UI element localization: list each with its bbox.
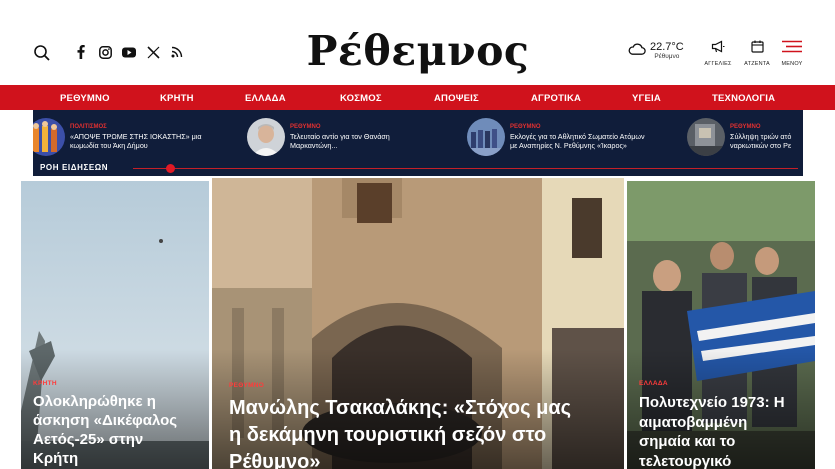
card-title-line: σημαία και το <box>639 433 736 450</box>
ticker-thumbnail <box>687 118 725 156</box>
ticker-label-row: ΡΟΗ ΕΙΔΗΣΕΩΝ <box>33 160 803 176</box>
ticker-thumbnail <box>33 118 65 156</box>
ticker-title: ναρκωτικών στο Ρε <box>730 141 792 150</box>
ticker-thumbnail <box>467 118 505 156</box>
card-category[interactable]: ΡΕΘΥΜΝΟ <box>229 382 264 389</box>
rss-icon[interactable] <box>170 44 184 60</box>
ticker-title: «ΑΠΟΨΕ ΤΡΩΜΕ ΣΤΗΣ ΙΟΚΑΣΤΗΣ» μια <box>70 132 202 141</box>
card-category[interactable]: ΕΛΛΑΔΑ <box>639 380 668 387</box>
x-icon[interactable] <box>146 44 160 60</box>
site-logo[interactable]: Ρέθεμνος <box>300 26 536 76</box>
card-title-line: τελετουργικό <box>639 452 732 469</box>
weather-widget[interactable]: 22.7°C Ρέθυμνο <box>628 42 684 60</box>
nav-item-rethymno[interactable]: ΡΕΘΥΜΝΟ <box>60 93 110 104</box>
featured-card[interactable]: ΡΕΘΥΜΝΟ Μανώλης Τσακαλάκης: «Στόχος μας … <box>212 178 624 469</box>
calendar-icon <box>750 40 764 58</box>
facebook-icon[interactable] <box>74 44 88 60</box>
news-ticker: ΠΟΛΙΤΙΣΜΟΣ «ΑΠΟΨΕ ΤΡΩΜΕ ΣΤΗΣ ΙΟΚΑΣΤΗΣ» μ… <box>33 110 803 176</box>
classifieds-link[interactable]: ΑΓΓΕΛΙΕΣ <box>698 40 738 67</box>
ticker-title: Εκλογές για το Αθλητικό Σωματείο Ατόμων <box>510 132 645 141</box>
menu-button[interactable]: ΜΕΝΟΥ <box>772 40 812 67</box>
search-icon[interactable] <box>32 43 52 63</box>
card-title[interactable]: Μανώλης Τσακαλάκης: «Στόχος μας η δεκάμη… <box>229 395 571 469</box>
nav-item-agrotika[interactable]: ΑΓΡΟΤΙΚΑ <box>531 93 581 104</box>
nav-item-ellada[interactable]: ΕΛΛΑΔΑ <box>245 93 286 104</box>
ticker-category: ΡΕΘΥΜΝΟ <box>730 124 761 130</box>
ticker-category: ΡΕΘΥΜΝΟ <box>290 124 321 130</box>
main-nav: ΡΕΘΥΜΝΟ ΚΡΗΤΗ ΕΛΛΑΔΑ ΚΟΣΜΟΣ ΑΠΟΨΕΙΣ ΑΓΡΟ… <box>0 85 835 110</box>
nav-item-texnologia[interactable]: ΤΕΧΝΟΛΟΓΙΑ <box>712 93 775 104</box>
ticker-thumbnail <box>247 118 285 156</box>
ticker-label: ΡΟΗ ΕΙΔΗΣΕΩΝ <box>40 163 109 172</box>
page: Ρέθεμνος 22.7°C Ρέθυμνο ΑΓΓΕΛΙΕΣ ΑΤΖΕΝΤΑ <box>0 0 835 469</box>
ticker-item[interactable]: ΡΕΘΥΜΝΟ Τελευταίο αντίο για τον Θανάση Μ… <box>247 116 447 158</box>
cloud-icon <box>628 42 646 60</box>
weather-location: Ρέθυμνο <box>654 53 680 60</box>
card-title-line: Αετός-25» στην <box>33 431 144 448</box>
agenda-link[interactable]: ΑΤΖΕΝΤΑ <box>737 40 777 67</box>
social-links <box>74 44 184 60</box>
card-title[interactable]: Ολοκληρώθηκε η άσκηση «Δικέφαλος Αετός-2… <box>33 392 177 468</box>
card-title-line: Ολοκληρώθηκε η <box>33 393 156 410</box>
featured-card[interactable]: ΚΡΗΤΗ Ολοκληρώθηκε η άσκηση «Δικέφαλος Α… <box>21 181 209 469</box>
card-category[interactable]: ΚΡΗΤΗ <box>33 380 57 387</box>
hamburger-menu-icon <box>782 40 802 58</box>
ticker-item[interactable]: ΠΟΛΙΤΙΣΜΟΣ «ΑΠΟΨΕ ΤΡΩΜΕ ΣΤΗΣ ΙΟΚΑΣΤΗΣ» μ… <box>33 116 247 158</box>
ticker-progress-line <box>133 168 798 169</box>
card-title-line: η δεκάμηνη τουριστική σεζόν στο <box>229 424 547 446</box>
megaphone-icon <box>711 40 725 58</box>
agenda-label: ΑΤΖΕΝΤΑ <box>744 61 770 67</box>
ticker-progress-dot <box>166 164 175 173</box>
nav-item-kosmos[interactable]: ΚΟΣΜΟΣ <box>340 93 382 104</box>
nav-item-apopseis[interactable]: ΑΠΟΨΕΙΣ <box>434 93 479 104</box>
ticker-title: Σύλληψη τριών ατό <box>730 132 792 141</box>
nav-item-kriti[interactable]: ΚΡΗΤΗ <box>160 93 194 104</box>
youtube-icon[interactable] <box>122 44 136 60</box>
nav-item-ygeia[interactable]: ΥΓΕΙΑ <box>632 93 661 104</box>
ticker-category: ΠΟΛΙΤΙΣΜΟΣ <box>70 124 107 130</box>
card-title-line: Κρήτη <box>33 450 79 467</box>
menu-label: ΜΕΝΟΥ <box>781 61 803 67</box>
weather-temp: 22.7°C <box>650 41 684 53</box>
ticker-title: Τελευταίο αντίο για τον Θανάση <box>290 132 390 141</box>
card-title-line: άσκηση «Δικέφαλος <box>33 412 178 429</box>
site-header: Ρέθεμνος 22.7°C Ρέθυμνο ΑΓΓΕΛΙΕΣ ΑΤΖΕΝΤΑ <box>0 0 835 84</box>
ticker-title: με Αναπηρίες Ν. Ρεθύμνης «Ίκαρος» <box>510 141 627 150</box>
card-title-line: Μανώλης Τσακαλάκης: «Στόχος μας <box>229 397 572 419</box>
ticker-title: κωμωδία του Άκη Δήμου <box>70 141 148 150</box>
ticker-category: ΡΕΘΥΜΝΟ <box>510 124 541 130</box>
ticker-item[interactable]: ΡΕΘΥΜΝΟ Σύλληψη τριών ατό ναρκωτικών στο… <box>687 116 803 158</box>
card-title-line: Πολυτεχνείο 1973: Η <box>639 394 785 411</box>
ticker-title: Μαρκαντώνη... <box>290 141 338 150</box>
instagram-icon[interactable] <box>98 44 112 60</box>
card-title-line: Ρέθυμνο» <box>229 451 321 469</box>
card-title[interactable]: Πολυτεχνείο 1973: Η αιματοβαμμένη σημαία… <box>639 393 785 469</box>
featured-card[interactable]: ΕΛΛΑΔΑ Πολυτεχνείο 1973: Η αιματοβαμμένη… <box>627 181 815 469</box>
ticker-item[interactable]: ΡΕΘΥΜΝΟ Εκλογές για το Αθλητικό Σωματείο… <box>467 116 687 158</box>
classifieds-label: ΑΓΓΕΛΙΕΣ <box>704 61 732 67</box>
card-title-line: αιματοβαμμένη <box>639 413 748 431</box>
